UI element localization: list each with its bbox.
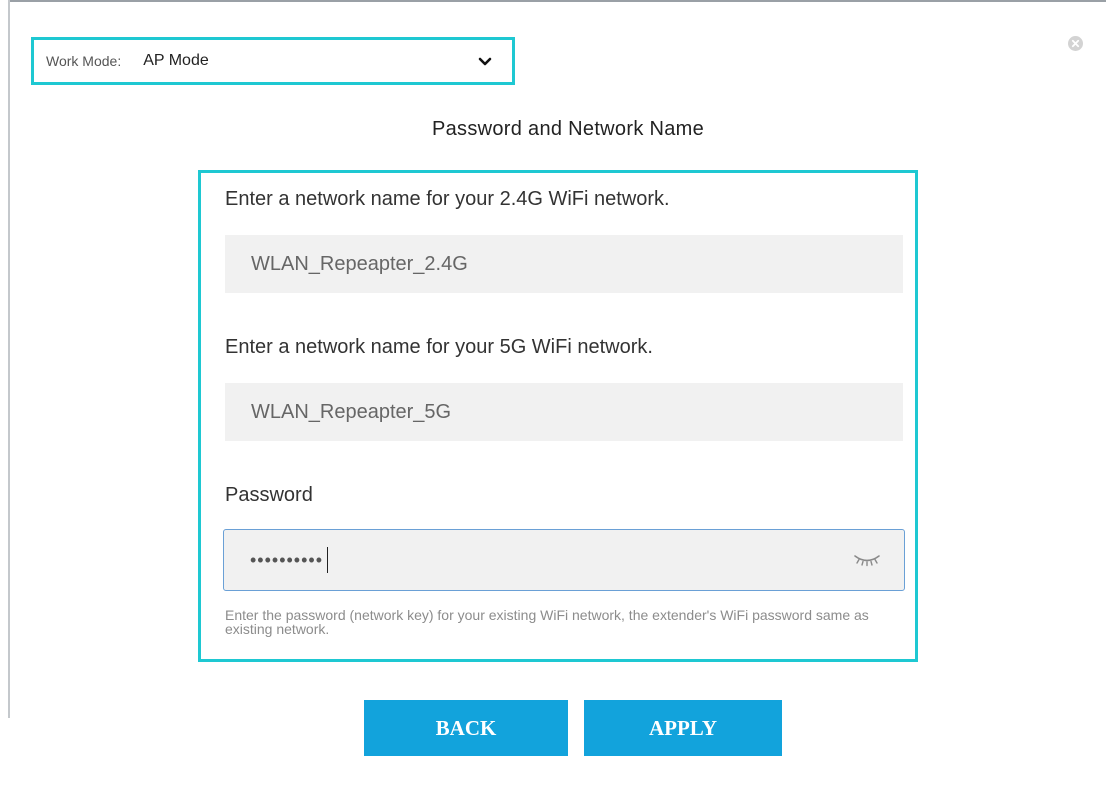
- dialog-top-border: [8, 0, 1106, 10]
- wifi-24g-name-input[interactable]: WLAN_Repeapter_2.4G: [225, 235, 903, 293]
- password-hint: Enter the password (network key) for you…: [225, 607, 869, 637]
- back-button[interactable]: BACK: [364, 700, 568, 756]
- work-mode-dropdown[interactable]: AP Mode: [121, 40, 512, 82]
- work-mode-value: AP Mode: [143, 52, 209, 69]
- work-mode-selector: Work Mode: AP Mode: [31, 37, 515, 85]
- network-settings-form: Enter a network name for your 2.4G WiFi …: [198, 170, 918, 662]
- password-masked-value: ••••••••••: [250, 549, 324, 570]
- password-input[interactable]: ••••••••••: [223, 529, 905, 591]
- password-label: Password: [225, 484, 313, 506]
- chevron-down-icon: [478, 57, 506, 66]
- close-icon[interactable]: [1067, 35, 1084, 52]
- eye-closed-icon[interactable]: [852, 552, 882, 570]
- dialog-left-border: [8, 0, 10, 718]
- wifi-5g-label: Enter a network name for your 5G WiFi ne…: [225, 336, 653, 358]
- work-mode-label: Work Mode:: [46, 53, 122, 69]
- wifi-5g-name-input[interactable]: WLAN_Repeapter_5G: [225, 383, 903, 441]
- dialog-title: Password and Network Name: [431, 118, 705, 140]
- wifi-24g-label: Enter a network name for your 2.4G WiFi …: [225, 188, 670, 210]
- text-caret: [327, 547, 329, 573]
- apply-button[interactable]: APPLY: [584, 700, 782, 756]
